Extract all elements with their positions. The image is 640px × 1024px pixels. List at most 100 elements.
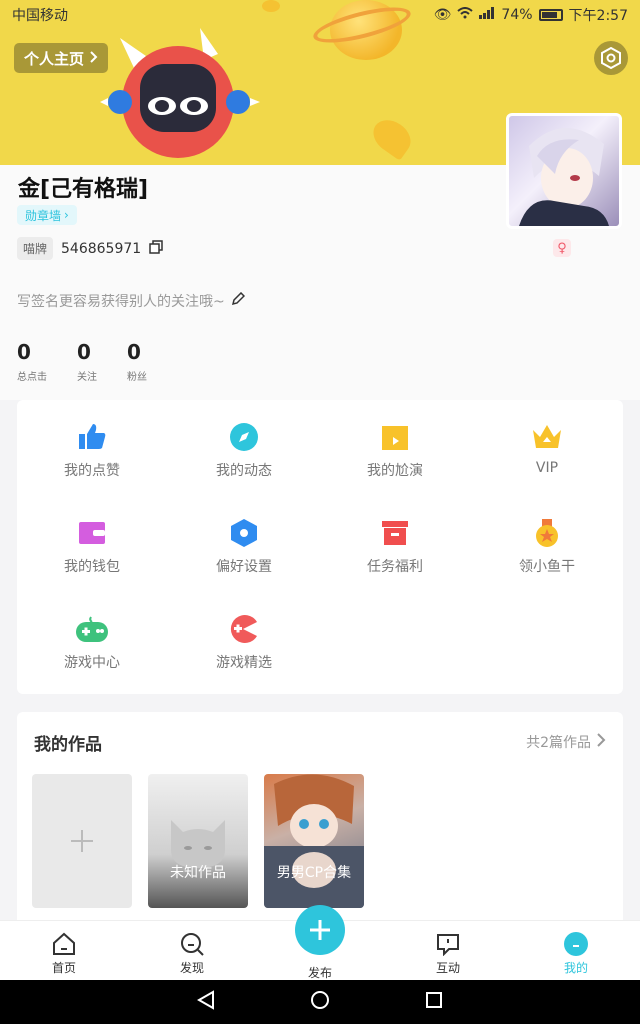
chevron-right-icon bbox=[90, 49, 98, 67]
personal-homepage-button[interactable]: 个人主页 bbox=[14, 43, 109, 73]
signature-text: 写签名更容易获得别人的关注哦~ bbox=[17, 294, 225, 310]
discover-icon bbox=[179, 931, 205, 957]
claim-fish-label: 领小鱼干 bbox=[519, 559, 575, 575]
badge-wall-link[interactable]: 勋章墙 › bbox=[17, 205, 77, 225]
home-icon bbox=[51, 931, 77, 957]
my-wallet-label: 我的钱包 bbox=[64, 559, 120, 575]
back-icon[interactable] bbox=[197, 990, 215, 1014]
profile-info: 金[己有格瑞] 勋章墙 › 喵牌 546865971 ♀ 写签名更容易获得别人的… bbox=[0, 113, 640, 400]
game-picks-button[interactable]: 游戏精选 bbox=[169, 592, 319, 682]
add-work-button[interactable] bbox=[32, 774, 132, 908]
anime-avatar-image bbox=[519, 127, 609, 226]
my-works-title: 我的作品 bbox=[34, 735, 102, 755]
task-rewards-button[interactable]: 任务福利 bbox=[320, 496, 470, 586]
stat-following[interactable]: 0 关注 bbox=[77, 340, 97, 383]
my-likes-label: 我的点赞 bbox=[64, 463, 120, 479]
my-wallet-button[interactable]: 我的钱包 bbox=[17, 496, 167, 586]
eye-icon: 👁 bbox=[433, 7, 452, 23]
my-likes-button[interactable]: 我的点赞 bbox=[17, 400, 167, 490]
personal-homepage-label: 个人主页 bbox=[24, 49, 85, 68]
gift-box-icon bbox=[378, 516, 412, 550]
my-works-section: 我的作品 共2篇作品 未知作品 男男CP合集 bbox=[17, 712, 623, 927]
video-icon bbox=[378, 420, 412, 454]
stat-clicks[interactable]: 0 总点击 bbox=[17, 340, 47, 383]
nav-discover-label: 发现 bbox=[179, 961, 204, 975]
preferences-button[interactable]: 偏好设置 bbox=[169, 496, 319, 586]
home-circle-icon[interactable] bbox=[310, 990, 330, 1014]
work-label: 男男CP合集 bbox=[276, 865, 352, 881]
copy-icon[interactable] bbox=[149, 239, 163, 258]
nav-home[interactable]: 首页 bbox=[24, 921, 104, 981]
wallet-icon bbox=[75, 516, 109, 550]
nav-discover[interactable]: 发现 bbox=[152, 921, 232, 981]
stat-clicks-label: 总点击 bbox=[17, 372, 47, 383]
thumbs-up-icon bbox=[75, 420, 109, 454]
clock: 下午2:57 bbox=[568, 8, 628, 24]
system-nav-bar bbox=[0, 980, 640, 1024]
robot-mascot-image bbox=[100, 28, 260, 158]
nav-publish-label: 发布 bbox=[307, 966, 332, 980]
preferences-label: 偏好设置 bbox=[216, 559, 272, 575]
avatar[interactable] bbox=[506, 113, 622, 229]
stat-fans-label: 粉丝 bbox=[127, 372, 147, 383]
chevron-right-icon bbox=[597, 733, 606, 751]
my-posts-button[interactable]: 我的动态 bbox=[169, 400, 319, 490]
plus-icon bbox=[71, 830, 93, 852]
bottom-nav: 首页 发现 发布 互动 我的 bbox=[0, 905, 640, 981]
gear-icon bbox=[601, 47, 621, 69]
nav-me-label: 我的 bbox=[563, 961, 588, 975]
anime-cover-image bbox=[264, 774, 364, 908]
publish-button[interactable] bbox=[295, 905, 345, 955]
medal-icon bbox=[530, 516, 564, 550]
me-icon bbox=[563, 931, 589, 957]
my-performance-button[interactable]: 我的尬演 bbox=[320, 400, 470, 490]
username: 金[己有格瑞] bbox=[18, 177, 149, 202]
settings-button[interactable] bbox=[594, 41, 628, 75]
nav-interact-label: 互动 bbox=[435, 961, 460, 975]
work-card-unknown[interactable]: 未知作品 bbox=[148, 774, 248, 908]
pacman-icon bbox=[227, 612, 261, 646]
vip-label: VIP bbox=[535, 460, 559, 476]
game-center-button[interactable]: 游戏中心 bbox=[17, 592, 167, 682]
chevron-right-icon: › bbox=[64, 208, 69, 222]
stat-clicks-value: 0 bbox=[17, 340, 31, 364]
compass-icon bbox=[227, 420, 261, 454]
star-decoration bbox=[367, 113, 417, 161]
works-count-link[interactable]: 共2篇作品 bbox=[526, 732, 606, 752]
vip-button[interactable]: VIP bbox=[472, 400, 622, 490]
hexagon-icon bbox=[227, 516, 261, 550]
gender-female-icon: ♀ bbox=[553, 239, 571, 257]
game-picks-label: 游戏精选 bbox=[216, 655, 272, 671]
task-rewards-label: 任务福利 bbox=[367, 559, 423, 575]
my-posts-label: 我的动态 bbox=[216, 463, 272, 479]
user-id: 546865971 bbox=[61, 240, 142, 257]
status-bar: 中国移动 👁 74% 下午2:57 bbox=[0, 0, 640, 30]
battery-icon bbox=[538, 9, 563, 21]
stat-following-label: 关注 bbox=[77, 372, 97, 383]
badge-wall-label: 勋章墙 bbox=[25, 208, 62, 223]
crown-icon bbox=[530, 420, 564, 454]
recents-icon[interactable] bbox=[425, 991, 443, 1013]
signal-icon bbox=[479, 7, 495, 23]
my-performance-label: 我的尬演 bbox=[367, 463, 423, 479]
claim-fish-button[interactable]: 领小鱼干 bbox=[472, 496, 622, 586]
stats-row: 0 总点击 0 关注 0 粉丝 bbox=[17, 340, 147, 383]
nav-me[interactable]: 我的 bbox=[536, 921, 616, 981]
plus-icon bbox=[310, 920, 330, 940]
gamepad-icon bbox=[75, 612, 109, 646]
works-count-text: 共2篇作品 bbox=[526, 735, 591, 751]
nav-home-label: 首页 bbox=[51, 961, 76, 975]
cat-placeholder-icon bbox=[171, 820, 225, 868]
stat-fans[interactable]: 0 粉丝 bbox=[127, 340, 147, 383]
chat-icon bbox=[435, 931, 461, 957]
signature-edit[interactable]: 写签名更容易获得别人的关注哦~ bbox=[17, 291, 245, 311]
user-id-row: 喵牌 546865971 bbox=[17, 237, 163, 260]
stat-fans-value: 0 bbox=[127, 340, 141, 364]
game-center-label: 游戏中心 bbox=[64, 655, 120, 671]
pencil-icon bbox=[231, 291, 245, 310]
stat-following-value: 0 bbox=[77, 340, 91, 364]
battery-percent: 74% bbox=[501, 7, 533, 23]
nav-interact[interactable]: 互动 bbox=[408, 921, 488, 981]
work-card-cp[interactable]: 男男CP合集 bbox=[264, 774, 364, 908]
feature-grid: 我的点赞 我的动态 我的尬演 VIP 我的钱包 偏好设置 任务福利 领小鱼干 游… bbox=[17, 400, 623, 694]
